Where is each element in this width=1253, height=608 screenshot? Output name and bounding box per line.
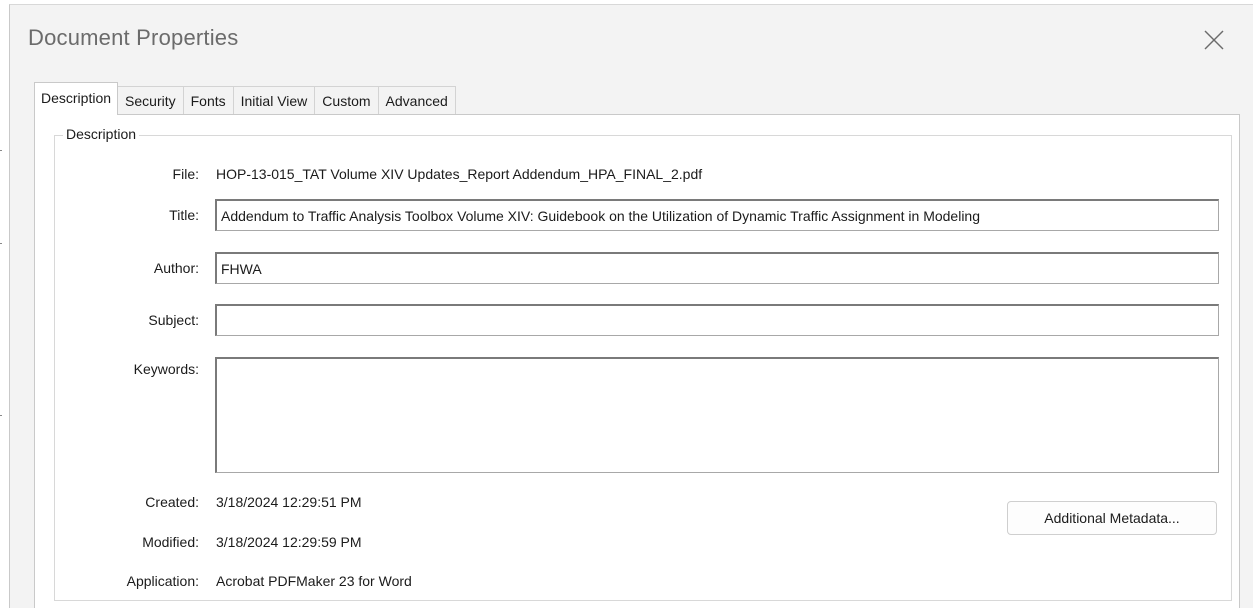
background-tick — [0, 150, 2, 151]
title-field[interactable] — [215, 199, 1219, 231]
keywords-field[interactable] — [215, 357, 1219, 473]
close-icon — [1204, 30, 1224, 50]
created-value: 3/18/2024 12:29:51 PM — [216, 494, 362, 510]
tab-security[interactable]: Security — [117, 86, 184, 115]
subject-field[interactable] — [215, 304, 1219, 336]
tab-bar: Description Security Fonts Initial View … — [34, 82, 456, 115]
title-label: Title: — [169, 207, 199, 223]
author-label: Author: — [153, 260, 199, 276]
author-field[interactable] — [215, 252, 1219, 284]
modified-value: 3/18/2024 12:29:59 PM — [216, 534, 362, 550]
description-group: Description File: HOP-13-015_TAT Volume … — [54, 126, 1232, 601]
application-label: Application: — [126, 573, 199, 589]
screen: Document Properties Description Security… — [0, 0, 1253, 608]
tab-fonts[interactable]: Fonts — [182, 86, 234, 115]
file-label: File: — [172, 166, 199, 182]
document-properties-dialog: Document Properties Description Security… — [9, 4, 1253, 608]
file-value: HOP-13-015_TAT Volume XIV Updates_Report… — [216, 166, 703, 182]
tab-description[interactable]: Description — [34, 82, 119, 115]
group-label: Description — [63, 126, 140, 142]
dialog-title: Document Properties — [28, 25, 239, 50]
close-button[interactable] — [1200, 25, 1230, 55]
additional-metadata-button[interactable]: Additional Metadata... — [1007, 501, 1217, 535]
tab-advanced[interactable]: Advanced — [377, 86, 456, 115]
application-value: Acrobat PDFMaker 23 for Word — [216, 573, 412, 589]
tab-custom[interactable]: Custom — [314, 86, 379, 115]
modified-label: Modified: — [142, 534, 199, 550]
background-tick — [0, 243, 2, 244]
subject-label: Subject: — [148, 312, 199, 328]
tab-initial-view[interactable]: Initial View — [232, 86, 316, 115]
created-label: Created: — [145, 494, 199, 510]
keywords-label: Keywords: — [133, 361, 199, 377]
description-panel: Description File: HOP-13-015_TAT Volume … — [34, 114, 1240, 608]
background-tick — [0, 415, 2, 416]
